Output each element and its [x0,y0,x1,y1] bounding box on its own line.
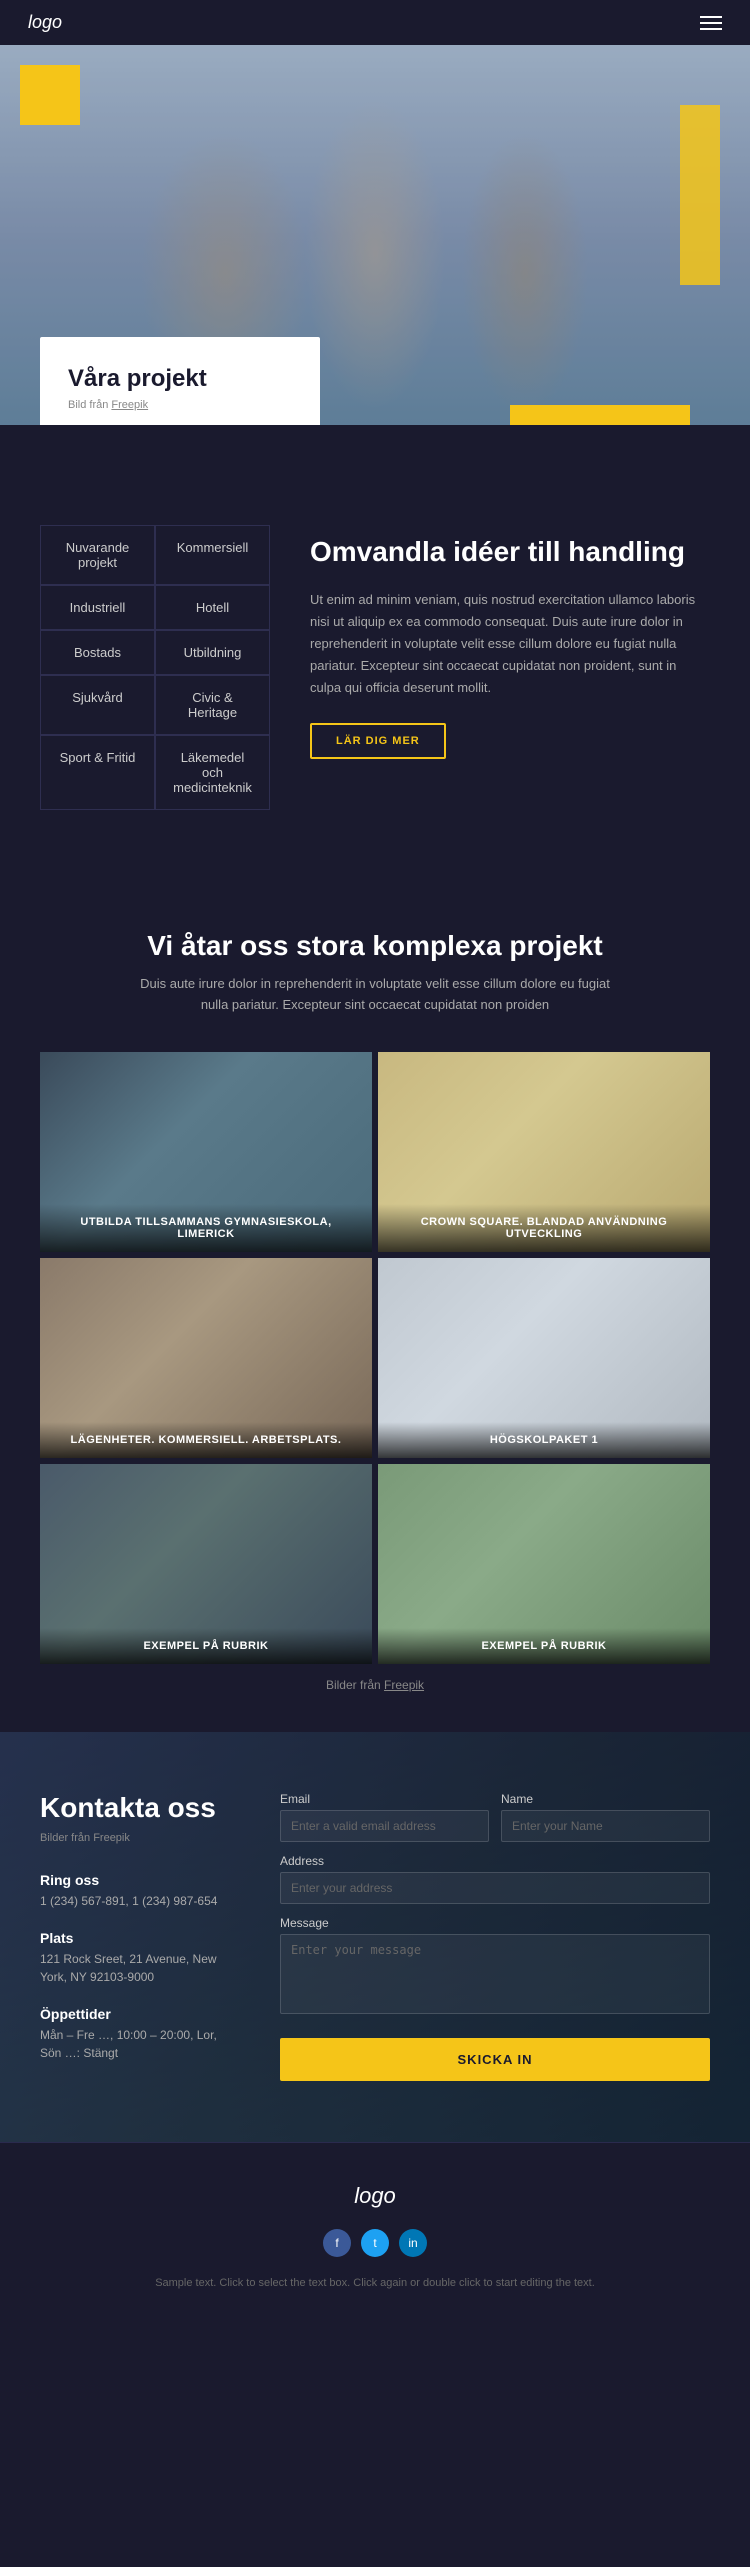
form-row-email-name: Email Name [280,1792,710,1842]
services-grid: Nuvarande projekt Kommersiell Industriel… [40,525,270,810]
contact-address-block: Plats 121 Rock Sreet, 21 Avenue, New Yor… [40,1930,240,1986]
service-item-lakemedel[interactable]: Läkemedel och medicinteknik [155,735,270,810]
hero-credit-link[interactable]: Freepik [111,399,148,411]
name-label: Name [501,1792,710,1806]
project-title-4: HÖGSKOLPAKET 1 [390,1434,698,1446]
project-overlay-4: HÖGSKOLPAKET 1 [378,1422,710,1458]
project-card-3[interactable]: LÄGENHETER. KOMMERSIELL. ARBETSPLATS. [40,1258,372,1458]
footer: logo f t in Sample text. Click to select… [0,2142,750,2309]
service-item-sport[interactable]: Sport & Fritid [40,735,155,810]
hero-image-credit: Bild från Freepik [68,399,288,411]
name-field[interactable] [501,1810,710,1842]
address-label: Address [280,1854,710,1868]
contact-phone-label: Ring oss [40,1872,240,1888]
form-group-name: Name [501,1792,710,1842]
services-cta-button[interactable]: LÄR DIG MER [310,723,446,759]
project-title-3: LÄGENHETER. KOMMERSIELL. ARBETSPLATS. [52,1434,360,1446]
contact-heading: Kontakta oss [40,1792,240,1824]
hamburger-menu[interactable] [700,16,722,30]
hero-card: Våra projekt Bild från Freepik LÄR DIG M… [40,337,320,425]
form-row-address: Address [280,1854,710,1904]
projects-grid: UTBILDA TILLSAMMANS GYMNASIESKOLA, LIMER… [40,1052,710,1664]
service-item-sjukvard[interactable]: Sjukvård [40,675,155,735]
project-card-2[interactable]: CROWN SQUARE. BLANDAD ANVÄNDNING UTVECKL… [378,1052,710,1252]
contact-form: Email Name Address Message SKICKA IN [280,1792,710,2082]
address-field[interactable] [280,1872,710,1904]
service-item-industriell[interactable]: Industriell [40,585,155,630]
service-item-bostads[interactable]: Bostads [40,630,155,675]
facebook-icon[interactable]: f [323,2229,351,2257]
projects-credit-link[interactable]: Freepik [384,1678,424,1692]
services-description: Ut enim ad minim veniam, quis nostrud ex… [310,589,710,699]
contact-img-credit: Bilder från Freepik [40,1832,240,1844]
contact-left: Kontakta oss Bilder från Freepik Ring os… [40,1792,240,2082]
service-item-nuvarande[interactable]: Nuvarande projekt [40,525,155,585]
hero-section: Våra projekt Bild från Freepik LÄR DIG M… [0,45,750,425]
contact-hours: Mån – Fre …, 10:00 – 20:00, Lor, Sön …: … [40,2026,240,2062]
services-section: Nuvarande projekt Kommersiell Industriel… [0,425,750,870]
project-title-1: UTBILDA TILLSAMMANS GYMNASIESKOLA, LIMER… [52,1216,360,1240]
linkedin-icon[interactable]: in [399,2229,427,2257]
project-overlay-5: EXEMPEL PÅ RUBRIK [40,1628,372,1664]
form-group-message: Message [280,1916,710,2014]
project-card-1[interactable]: UTBILDA TILLSAMMANS GYMNASIESKOLA, LIMER… [40,1052,372,1252]
contact-hours-block: Öppettider Mån – Fre …, 10:00 – 20:00, L… [40,2006,240,2062]
header-logo: logo [28,12,62,33]
project-title-2: CROWN SQUARE. BLANDAD ANVÄNDNING UTVECKL… [390,1216,698,1240]
email-label: Email [280,1792,489,1806]
service-item-kommersiell[interactable]: Kommersiell [155,525,270,585]
contact-hours-label: Öppettider [40,2006,240,2022]
services-heading: Omvandla idéer till handling [310,535,710,569]
projects-section: Vi åtar oss stora komplexa projekt Duis … [0,870,750,1732]
email-field[interactable] [280,1810,489,1842]
social-icons: f t in [40,2229,710,2257]
contact-address: 121 Rock Sreet, 21 Avenue, New York, NY … [40,1950,240,1986]
project-overlay-6: EXEMPEL PÅ RUBRIK [378,1628,710,1664]
project-card-5[interactable]: EXEMPEL PÅ RUBRIK [40,1464,372,1664]
message-label: Message [280,1916,710,1930]
twitter-icon[interactable]: t [361,2229,389,2257]
footer-note: Sample text. Click to select the text bo… [40,2277,710,2289]
form-group-address: Address [280,1854,710,1904]
hero-yellow-bottom [510,405,690,425]
form-group-email: Email [280,1792,489,1842]
project-overlay-2: CROWN SQUARE. BLANDAD ANVÄNDNING UTVECKL… [378,1204,710,1252]
projects-freepik-credit: Bilder från Freepik [40,1678,710,1692]
services-grid-container: Nuvarande projekt Kommersiell Industriel… [40,525,270,810]
project-overlay-1: UTBILDA TILLSAMMANS GYMNASIESKOLA, LIMER… [40,1204,372,1252]
project-card-6[interactable]: EXEMPEL PÅ RUBRIK [378,1464,710,1664]
services-content: Omvandla idéer till handling Ut enim ad … [310,525,710,810]
contact-phone-block: Ring oss 1 (234) 567-891, 1 (234) 987-65… [40,1872,240,1910]
header: logo [0,0,750,45]
projects-description: Duis aute irure dolor in reprehenderit i… [125,974,625,1016]
message-field[interactable] [280,1934,710,2014]
service-item-utbildning[interactable]: Utbildning [155,630,270,675]
contact-address-label: Plats [40,1930,240,1946]
submit-button[interactable]: SKICKA IN [280,2038,710,2081]
project-title-6: EXEMPEL PÅ RUBRIK [390,1640,698,1652]
hero-title: Våra projekt [68,365,288,393]
service-item-hotell[interactable]: Hotell [155,585,270,630]
project-title-5: EXEMPEL PÅ RUBRIK [52,1640,360,1652]
contact-phone-numbers: 1 (234) 567-891, 1 (234) 987-654 [40,1892,240,1910]
contact-section: Kontakta oss Bilder från Freepik Ring os… [0,1732,750,2142]
yellow-accent-top [20,65,80,125]
yellow-accent-right [680,105,720,285]
project-overlay-3: LÄGENHETER. KOMMERSIELL. ARBETSPLATS. [40,1422,372,1458]
footer-logo: logo [40,2183,710,2209]
service-item-civic-heritage[interactable]: Civic & Heritage [155,675,270,735]
project-card-4[interactable]: HÖGSKOLPAKET 1 [378,1258,710,1458]
projects-heading: Vi åtar oss stora komplexa projekt [40,930,710,962]
form-row-message: Message [280,1916,710,2014]
